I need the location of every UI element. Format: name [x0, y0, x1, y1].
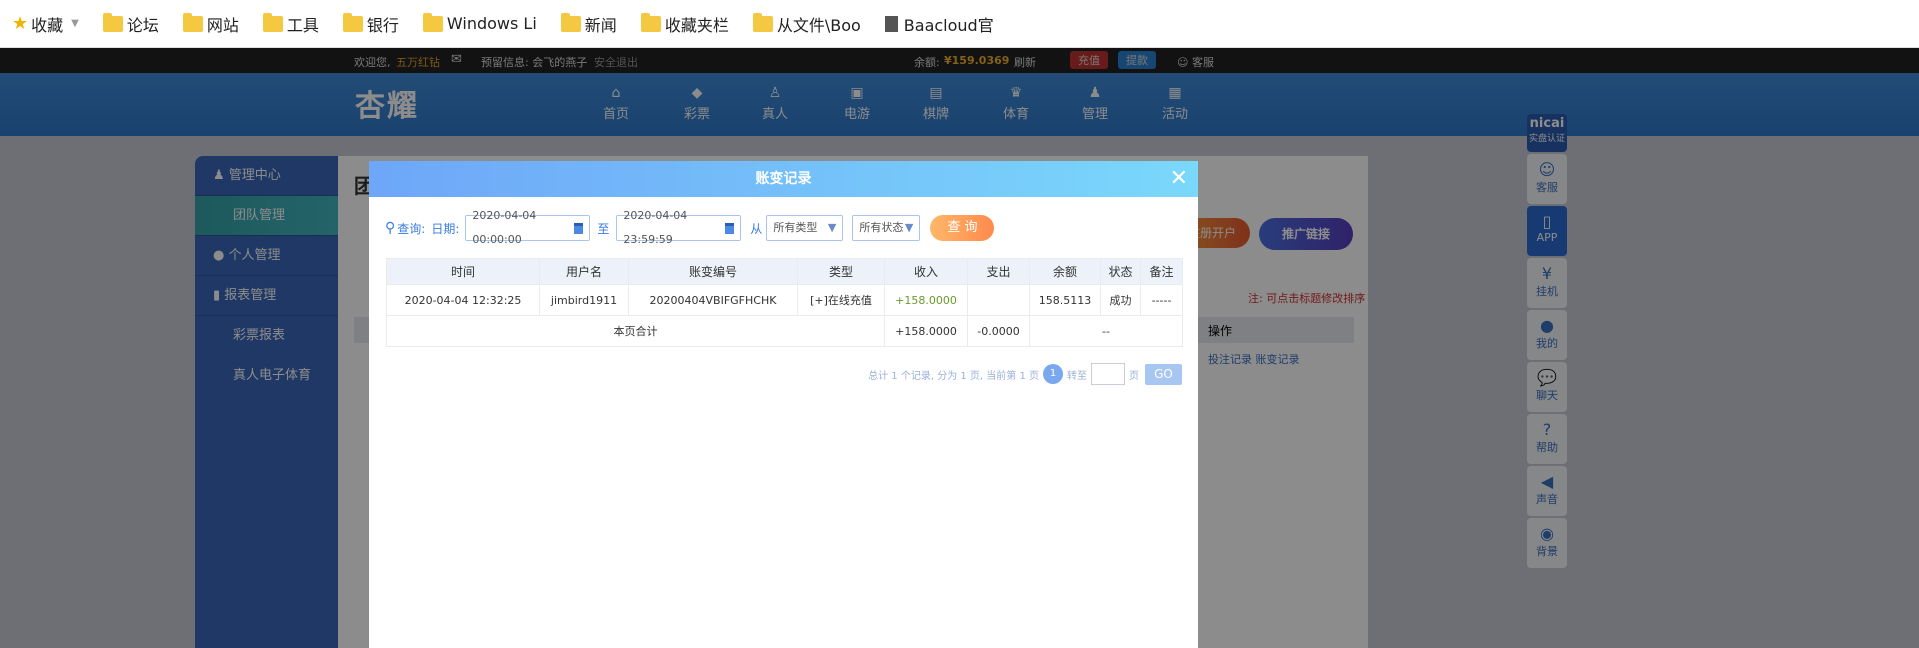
- status-select[interactable]: 所有状态 ▼: [852, 215, 921, 241]
- total-income: +158.0000: [884, 315, 968, 347]
- bookmark-page[interactable]: Baacloud官: [884, 12, 994, 36]
- close-icon[interactable]: ✕: [1170, 161, 1188, 197]
- col-remark: 备注: [1140, 258, 1183, 285]
- start-date-value: 2020-04-04 00:00:00: [472, 209, 537, 246]
- cell-record-id: 20200404VBIFGFHCHK: [628, 284, 798, 316]
- folder-icon: [560, 12, 581, 32]
- end-date-input[interactable]: 2020-04-04 23:59:59: [616, 209, 742, 246]
- star-icon: ★: [12, 13, 29, 34]
- dropdown-arrow-icon: ▼: [827, 221, 837, 234]
- type-select[interactable]: 所有类型 ▼: [766, 215, 844, 241]
- folder-icon: [262, 12, 283, 32]
- bookmark-folder[interactable]: 新闻: [560, 12, 617, 36]
- type-select-value: 所有类型: [773, 221, 818, 234]
- search-button[interactable]: 查 询: [930, 215, 995, 241]
- bookmarks-bar: ★ 收藏 ▼ 论坛 网站 工具 银行 Windows Li 新闻 收藏夹栏 从文件\…: [0, 0, 1919, 48]
- page-label: 页: [1129, 370, 1139, 382]
- records-table: 时间 用户名 账变编号 类型 收入 支出 余额 状态 备注 2020-04-04…: [386, 258, 1183, 347]
- bookmark-folder[interactable]: Windows Li: [422, 12, 537, 33]
- modal-header: 账变记录 ✕: [369, 161, 1198, 197]
- total-label: 本页合计: [386, 315, 885, 347]
- col-status: 状态: [1100, 258, 1141, 285]
- bookmark-folder[interactable]: 从文件\Boo: [752, 12, 861, 36]
- go-button[interactable]: GO: [1145, 363, 1182, 385]
- pagination: 总计 1 个记录, 分为 1 页, 当前第 1 页 1 转至 页 GO: [868, 363, 1182, 385]
- cell-expense: [967, 284, 1030, 316]
- folder-icon: [342, 12, 363, 32]
- bookmark-folder[interactable]: 网站: [182, 12, 239, 36]
- table-header-row: 时间 用户名 账变编号 类型 收入 支出 余额 状态 备注: [386, 258, 1183, 285]
- calendar-icon[interactable]: [725, 222, 735, 234]
- col-type: 类型: [797, 258, 885, 285]
- bookmark-favorites[interactable]: ★ 收藏 ▼: [12, 12, 79, 36]
- bookmark-folder[interactable]: 银行: [342, 12, 399, 36]
- filter-bar: ⚲ 查询: 日期: 2020-04-04 00:00:00 至 2020-04-…: [385, 209, 995, 246]
- calendar-icon[interactable]: [574, 222, 584, 234]
- query-label: 查询:: [397, 221, 426, 236]
- from-label: 从: [750, 221, 763, 236]
- folder-icon: [182, 12, 203, 32]
- folder-icon: [640, 12, 661, 32]
- modal-title: 账变记录: [755, 171, 812, 187]
- table-row: 2020-04-04 12:32:25 jimbird1911 20200404…: [386, 284, 1183, 316]
- date-label: 日期:: [431, 221, 460, 236]
- cell-type: [+]在线充值: [797, 284, 885, 316]
- folder-icon: [422, 12, 443, 32]
- start-date-input[interactable]: 2020-04-04 00:00:00: [465, 209, 591, 246]
- col-balance: 余额: [1029, 258, 1101, 285]
- bookmark-folder[interactable]: 论坛: [102, 12, 159, 36]
- pager-summary: 总计 1 个记录, 分为 1 页, 当前第 1 页: [868, 370, 1039, 382]
- cell-time: 2020-04-04 12:32:25: [386, 284, 540, 316]
- col-expense: 支出: [967, 258, 1030, 285]
- total-balance: --: [1029, 315, 1183, 347]
- search-icon: ⚲: [385, 220, 396, 236]
- chevron-down-icon: ▼: [71, 18, 79, 29]
- to-label: 至: [597, 221, 610, 236]
- balance-record-modal: 账变记录 ✕ ⚲ 查询: 日期: 2020-04-04 00:00:00 至 20…: [369, 161, 1198, 648]
- cell-username: jimbird1911: [539, 284, 629, 316]
- col-income: 收入: [884, 258, 968, 285]
- cell-remark: -----: [1140, 284, 1183, 316]
- col-time: 时间: [386, 258, 540, 285]
- page-icon: [884, 15, 898, 32]
- bookmark-folder[interactable]: 收藏夹栏: [640, 12, 729, 36]
- status-select-value: 所有状态: [859, 221, 904, 234]
- end-date-value: 2020-04-04 23:59:59: [623, 209, 688, 246]
- cell-status: 成功: [1100, 284, 1141, 316]
- col-record-id: 账变编号: [628, 258, 798, 285]
- col-username: 用户名: [539, 258, 629, 285]
- bookmark-folder[interactable]: 工具: [262, 12, 319, 36]
- page-input[interactable]: [1091, 363, 1125, 385]
- folder-icon: [102, 12, 123, 32]
- folder-icon: [752, 12, 773, 32]
- total-expense: -0.0000: [967, 315, 1030, 347]
- total-row: 本页合计 +158.0000 -0.0000 --: [386, 315, 1183, 347]
- goto-label: 转至: [1067, 370, 1087, 382]
- cell-income: +158.0000: [884, 284, 968, 316]
- dropdown-arrow-icon: ▼: [904, 221, 914, 234]
- cell-balance: 158.5113: [1029, 284, 1101, 316]
- page-1-button[interactable]: 1: [1043, 364, 1063, 384]
